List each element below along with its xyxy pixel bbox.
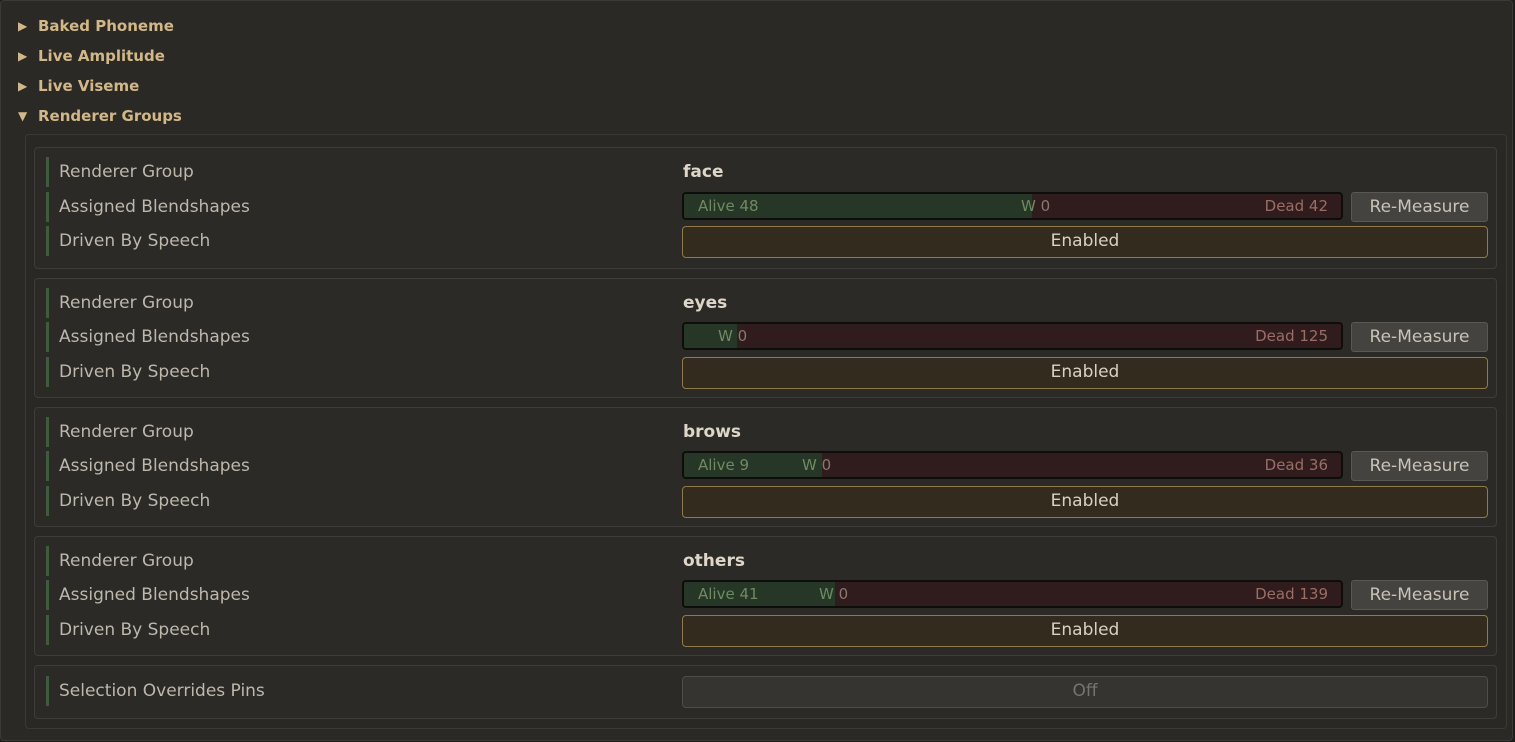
triangle-right-icon: ▶ <box>18 49 28 63</box>
renderer-group-row: Renderer Group others <box>35 546 1496 576</box>
weight-value: W 0 <box>718 324 747 348</box>
driven-by-speech-row: Driven By Speech Enabled <box>35 615 1496 647</box>
driven-by-speech-row: Driven By Speech Enabled <box>35 357 1496 389</box>
row-indicator <box>46 417 49 447</box>
weight-label: W <box>1021 197 1036 215</box>
renderer-group-row: Renderer Group eyes <box>35 288 1496 318</box>
blendshape-meter: Alive 9 W 0 Dead 36 <box>682 451 1343 479</box>
weight-value: W 0 <box>802 453 831 477</box>
blendshape-meter: W 0 Dead 125 <box>682 322 1343 350</box>
alive-count: Alive 41 <box>698 585 759 603</box>
dead-count: Dead 36 <box>1264 456 1328 474</box>
driven-by-speech-label: Driven By Speech <box>59 362 211 382</box>
row-indicator <box>46 322 49 352</box>
driven-by-speech-label: Driven By Speech <box>59 491 211 511</box>
alive-count: Alive 48 <box>698 197 759 215</box>
group-name: others <box>683 551 745 571</box>
assigned-blendshapes-label: Assigned Blendshapes <box>59 197 250 217</box>
driven-by-speech-label: Driven By Speech <box>59 231 211 251</box>
selection-overrides-row: Selection Overrides Pins Off <box>35 676 1496 708</box>
driven-by-speech-toggle[interactable]: Enabled <box>682 615 1488 647</box>
row-indicator <box>46 157 49 187</box>
row-indicator <box>46 288 49 318</box>
renderer-group-label: Renderer Group <box>59 293 194 313</box>
foldout-label: Live Amplitude <box>38 47 165 65</box>
group-name: eyes <box>683 293 728 313</box>
group-name: brows <box>683 422 742 442</box>
driven-by-speech-toggle[interactable]: Enabled <box>682 357 1488 389</box>
renderer-group-others: Renderer Group others Assigned Blendshap… <box>34 536 1497 656</box>
row-indicator <box>46 226 49 256</box>
weight-label: W <box>819 585 834 603</box>
weight-number: 0 <box>821 456 832 474</box>
triangle-down-icon: ▼ <box>18 109 28 123</box>
selection-overrides-toggle[interactable]: Off <box>682 676 1488 708</box>
assigned-blendshapes-label: Assigned Blendshapes <box>59 327 250 347</box>
row-indicator <box>46 546 49 576</box>
remeasure-button[interactable]: Re-Measure <box>1351 322 1488 352</box>
weight-number: 0 <box>737 327 748 345</box>
selection-overrides-label: Selection Overrides Pins <box>59 681 265 701</box>
inspector-panel: ▶ Baked Phoneme ▶ Live Amplitude ▶ Live … <box>0 0 1513 741</box>
foldout-live-viseme[interactable]: ▶ Live Viseme <box>18 75 139 97</box>
weight-value: W 0 <box>819 582 848 606</box>
alive-count: Alive 9 <box>698 456 750 474</box>
blendshape-meter: Alive 48 W 0 Dead 42 <box>682 192 1343 220</box>
remeasure-button[interactable]: Re-Measure <box>1351 451 1488 481</box>
weight-value: W 0 <box>1021 194 1050 218</box>
row-indicator <box>46 615 49 645</box>
blendshape-meter: Alive 41 W 0 Dead 139 <box>682 580 1343 608</box>
foldout-label: Live Viseme <box>38 77 140 95</box>
row-indicator <box>46 357 49 387</box>
dead-count: Dead 139 <box>1255 585 1328 603</box>
foldout-label: Renderer Groups <box>38 107 182 125</box>
renderer-group-row: Renderer Group face <box>35 157 1496 187</box>
foldout-live-amplitude[interactable]: ▶ Live Amplitude <box>18 45 165 67</box>
row-indicator <box>46 451 49 481</box>
remeasure-button[interactable]: Re-Measure <box>1351 580 1488 610</box>
weight-label: W <box>802 456 817 474</box>
triangle-right-icon: ▶ <box>18 79 28 93</box>
row-indicator <box>46 676 49 706</box>
dead-count: Dead 42 <box>1264 197 1328 215</box>
row-indicator <box>46 580 49 610</box>
selection-overrides-section: Selection Overrides Pins Off <box>34 665 1497 719</box>
foldout-renderer-groups[interactable]: ▼ Renderer Groups <box>18 105 182 127</box>
row-indicator <box>46 486 49 516</box>
renderer-group-eyes: Renderer Group eyes Assigned Blendshapes… <box>34 278 1497 398</box>
remeasure-button[interactable]: Re-Measure <box>1351 192 1488 222</box>
assigned-blendshapes-label: Assigned Blendshapes <box>59 456 250 476</box>
group-name: face <box>683 162 724 182</box>
foldout-baked-phoneme[interactable]: ▶ Baked Phoneme <box>18 15 174 37</box>
foldout-label: Baked Phoneme <box>38 17 174 35</box>
renderer-group-label: Renderer Group <box>59 422 194 442</box>
renderer-group-label: Renderer Group <box>59 551 194 571</box>
assigned-blendshapes-row: Assigned Blendshapes Alive 9 W 0 Dead 36… <box>35 451 1496 481</box>
driven-by-speech-row: Driven By Speech Enabled <box>35 226 1496 258</box>
renderer-group-label: Renderer Group <box>59 162 194 182</box>
renderer-group-brows: Renderer Group brows Assigned Blendshape… <box>34 407 1497 527</box>
weight-number: 0 <box>1040 197 1051 215</box>
weight-label: W <box>718 327 733 345</box>
driven-by-speech-label: Driven By Speech <box>59 620 211 640</box>
assigned-blendshapes-label: Assigned Blendshapes <box>59 585 250 605</box>
renderer-group-row: Renderer Group brows <box>35 417 1496 447</box>
assigned-blendshapes-row: Assigned Blendshapes W 0 Dead 125 Re-Mea… <box>35 322 1496 352</box>
driven-by-speech-toggle[interactable]: Enabled <box>682 226 1488 258</box>
renderer-group-face: Renderer Group face Assigned Blendshapes… <box>34 147 1497 269</box>
driven-by-speech-row: Driven By Speech Enabled <box>35 486 1496 518</box>
driven-by-speech-toggle[interactable]: Enabled <box>682 486 1488 518</box>
dead-count: Dead 125 <box>1255 327 1328 345</box>
assigned-blendshapes-row: Assigned Blendshapes Alive 48 W 0 Dead 4… <box>35 192 1496 222</box>
weight-number: 0 <box>838 585 849 603</box>
assigned-blendshapes-row: Assigned Blendshapes Alive 41 W 0 Dead 1… <box>35 580 1496 610</box>
triangle-right-icon: ▶ <box>18 19 28 33</box>
row-indicator <box>46 192 49 222</box>
